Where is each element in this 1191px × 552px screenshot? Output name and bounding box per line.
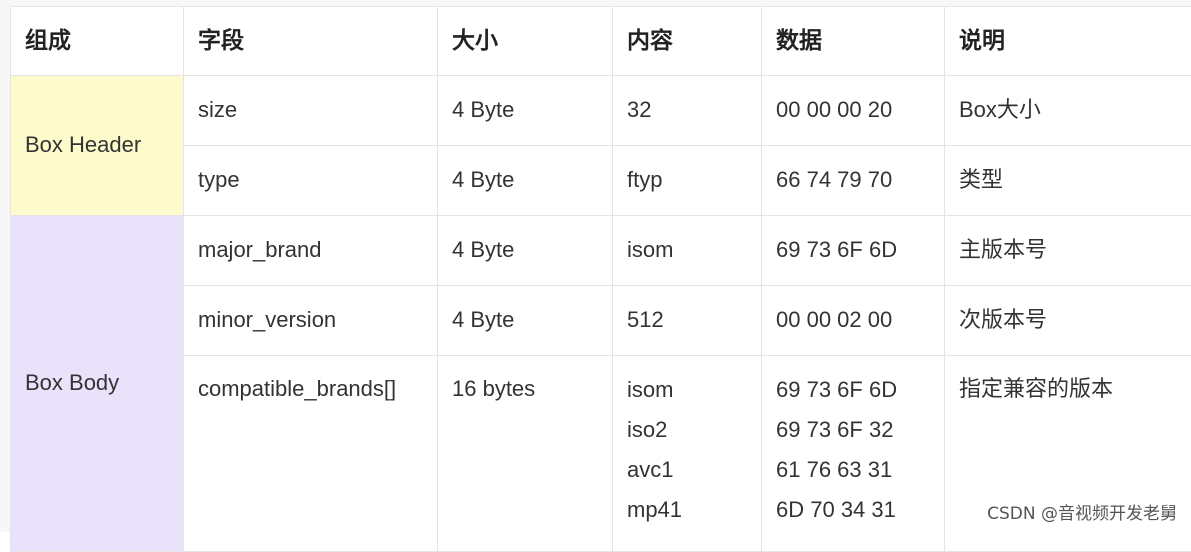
cell-data: 69 73 6F 6D (762, 216, 945, 286)
cell-field: size (184, 76, 438, 146)
table-header-row: 组成 字段 大小 内容 数据 说明 (11, 7, 1191, 76)
cell-description: 主版本号 (945, 216, 1191, 286)
cell-size: 4 Byte (438, 76, 613, 146)
cell-content: ftyp (613, 146, 762, 216)
header-field: 字段 (184, 7, 438, 76)
content-line: isom (627, 376, 747, 416)
data-line: 6D 70 34 31 (776, 496, 930, 536)
cell-description: Box大小 (945, 76, 1191, 146)
data-line: 69 73 6F 6D (776, 376, 930, 416)
header-content: 内容 (613, 7, 762, 76)
cell-description: 次版本号 (945, 286, 1191, 356)
cell-content-list: isom iso2 avc1 mp41 (613, 356, 762, 552)
group-box-header: Box Header (11, 76, 184, 216)
cell-content: isom (613, 216, 762, 286)
cell-content: 32 (613, 76, 762, 146)
cell-data: 00 00 00 20 (762, 76, 945, 146)
cell-field: major_brand (184, 216, 438, 286)
data-line: 61 76 63 31 (776, 456, 930, 496)
header-description: 说明 (945, 7, 1191, 76)
cell-field: minor_version (184, 286, 438, 356)
content-line: mp41 (627, 496, 747, 536)
header-composition: 组成 (11, 7, 184, 76)
cell-size: 4 Byte (438, 146, 613, 216)
table-row: minor_version 4 Byte 512 00 00 02 00 次版本… (11, 286, 1191, 356)
content-line: avc1 (627, 456, 747, 496)
cell-data: 00 00 02 00 (762, 286, 945, 356)
table-row: type 4 Byte ftyp 66 74 79 70 类型 (11, 146, 1191, 216)
cell-field: type (184, 146, 438, 216)
cell-size: 4 Byte (438, 216, 613, 286)
table-row: Box Header size 4 Byte 32 00 00 00 20 Bo… (11, 76, 1191, 146)
data-line: 69 73 6F 32 (776, 416, 930, 456)
cell-content: 512 (613, 286, 762, 356)
page: 组成 字段 大小 内容 数据 说明 Box Header size 4 Byte… (0, 0, 1191, 532)
cell-description: 类型 (945, 146, 1191, 216)
group-box-body: Box Body (11, 216, 184, 552)
cell-size: 4 Byte (438, 286, 613, 356)
cell-field: compatible_brands[] (184, 356, 438, 552)
cell-data-list: 69 73 6F 6D 69 73 6F 32 61 76 63 31 6D 7… (762, 356, 945, 552)
cell-data: 66 74 79 70 (762, 146, 945, 216)
csdn-watermark: CSDN @音视频开发老舅 (987, 499, 1177, 524)
content-line: iso2 (627, 416, 747, 456)
header-size: 大小 (438, 7, 613, 76)
table-row: Box Body major_brand 4 Byte isom 69 73 6… (11, 216, 1191, 286)
header-data: 数据 (762, 7, 945, 76)
ftyp-box-table: 组成 字段 大小 内容 数据 说明 Box Header size 4 Byte… (10, 6, 1191, 552)
cell-size: 16 bytes (438, 356, 613, 552)
